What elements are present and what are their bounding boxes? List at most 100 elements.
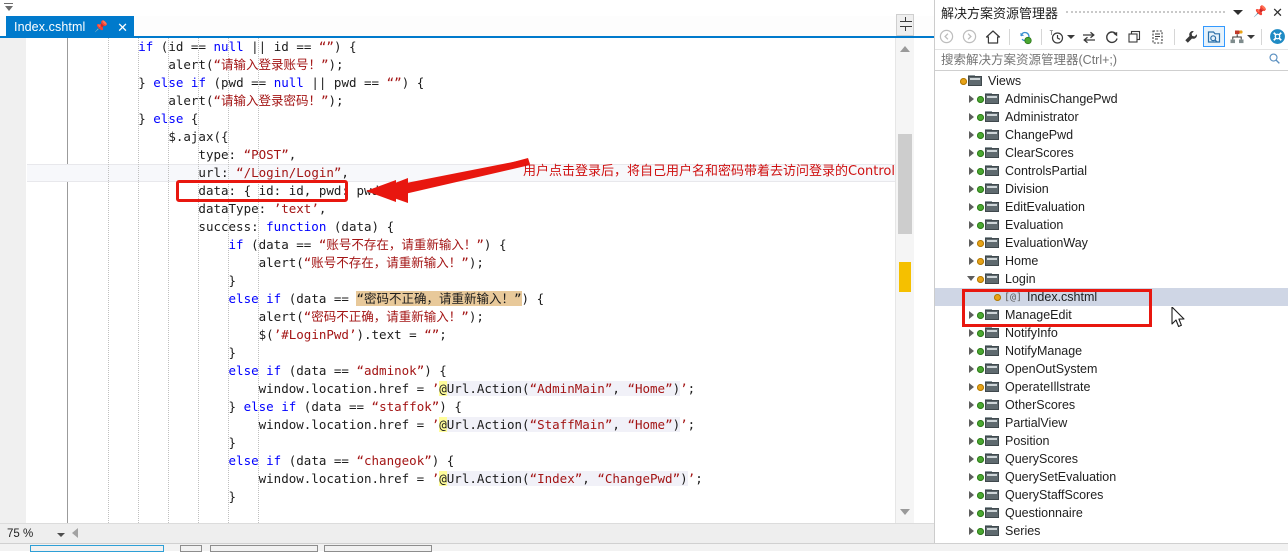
code-line: else if (data == “密码不正确，请重新输入！”) { xyxy=(78,290,908,308)
code-token: ; xyxy=(439,327,447,342)
source-code[interactable]: if (id == null || id == “”) { alert(“请输入… xyxy=(78,38,908,506)
tree-item[interactable]: NotifyManage xyxy=(935,342,1288,360)
chevron-right-icon[interactable] xyxy=(966,468,977,486)
chevron-right-icon[interactable] xyxy=(966,126,977,144)
preview-selected-items-icon[interactable] xyxy=(1203,26,1225,47)
folder-icon xyxy=(985,219,1000,231)
chevron-down-icon[interactable] xyxy=(1067,34,1076,39)
class-view-icon[interactable] xyxy=(1227,26,1248,47)
scroll-down-arrow-icon[interactable] xyxy=(900,509,910,515)
chevron-right-icon[interactable] xyxy=(966,486,977,504)
code-token: $( xyxy=(258,327,274,342)
window-pin-icon[interactable] xyxy=(3,1,15,15)
pin-icon[interactable]: 📌 xyxy=(94,21,108,33)
chevron-right-icon[interactable] xyxy=(966,342,977,360)
tree-item-label: QueryStaffScores xyxy=(1005,488,1104,502)
tree-item[interactable]: Series xyxy=(935,522,1288,540)
tree-item[interactable]: EditEvaluation xyxy=(935,198,1288,216)
chevron-down-icon[interactable] xyxy=(1246,34,1255,39)
pin-icon[interactable]: 📌 xyxy=(1253,6,1267,18)
close-icon[interactable]: ✕ xyxy=(117,21,128,34)
search-input[interactable] xyxy=(935,52,1243,68)
chevron-right-icon[interactable] xyxy=(966,90,977,108)
scroll-left-arrow-icon[interactable] xyxy=(72,528,78,538)
chevron-right-icon[interactable] xyxy=(966,450,977,468)
team-explorer-icon[interactable] xyxy=(1267,26,1288,47)
history-icon[interactable]: T xyxy=(1047,26,1068,47)
tree-item[interactable]: ControlsPartial xyxy=(935,162,1288,180)
zoom-level-combo[interactable]: 75 % xyxy=(4,526,70,542)
code-token: “AdminMain” xyxy=(529,381,613,396)
tree-item[interactable]: PartialView xyxy=(935,414,1288,432)
solution-explorer-toolbar: T xyxy=(935,24,1288,49)
chevron-right-icon[interactable] xyxy=(966,162,977,180)
chevron-down-icon[interactable] xyxy=(57,533,65,537)
chevron-right-icon[interactable] xyxy=(966,144,977,162)
tree-item[interactable]: Questionnaire xyxy=(935,504,1288,522)
toolbar-separator xyxy=(1260,28,1262,45)
editor-vertical-scrollbar[interactable] xyxy=(895,14,914,523)
tree-item[interactable]: Administrator xyxy=(935,108,1288,126)
code-token: “请输入登录账号！” xyxy=(213,57,329,72)
tree-item[interactable]: Evaluation xyxy=(935,216,1288,234)
close-icon[interactable]: ✕ xyxy=(1272,6,1283,19)
home-icon[interactable] xyxy=(982,26,1003,47)
tree-item[interactable]: Login xyxy=(935,270,1288,288)
search-icon[interactable] xyxy=(1268,52,1281,68)
tree-item[interactable]: EvaluationWay xyxy=(935,234,1288,252)
code-token: , xyxy=(612,417,628,432)
tree-item[interactable]: QueryScores xyxy=(935,450,1288,468)
editor-tab-index-cshtml[interactable]: Index.cshtml 📌 ✕ xyxy=(6,16,134,38)
chevron-right-icon[interactable] xyxy=(966,198,977,216)
scrollbar-thumb[interactable] xyxy=(898,134,912,234)
code-token: { xyxy=(183,111,199,126)
chevron-right-icon[interactable] xyxy=(966,234,977,252)
tree-item[interactable]: Position xyxy=(935,432,1288,450)
chevron-right-icon[interactable] xyxy=(966,360,977,378)
tree-item[interactable]: Views xyxy=(935,72,1288,90)
chevron-right-icon[interactable] xyxy=(966,414,977,432)
chevron-right-icon[interactable] xyxy=(966,252,977,270)
chevron-right-icon[interactable] xyxy=(966,522,977,540)
tree-item[interactable]: Home xyxy=(935,252,1288,270)
gutter-divider xyxy=(26,38,27,523)
tree-item[interactable]: Division xyxy=(935,180,1288,198)
source-control-status-dot xyxy=(977,491,984,499)
folder-icon xyxy=(985,363,1000,375)
editor-horizontal-scrollbar[interactable] xyxy=(82,526,908,541)
sync-icon[interactable] xyxy=(1078,26,1099,47)
tree-item[interactable]: OpenOutSystem xyxy=(935,360,1288,378)
tree-item[interactable]: QueryStaffScores xyxy=(935,486,1288,504)
chevron-right-icon[interactable] xyxy=(966,396,977,414)
back-icon[interactable] xyxy=(936,26,957,47)
properties-icon[interactable] xyxy=(1180,26,1201,47)
tree-item[interactable]: ChangePwd xyxy=(935,126,1288,144)
tree-item[interactable]: ClearScores xyxy=(935,144,1288,162)
tree-item[interactable]: OtherScores xyxy=(935,396,1288,414)
tree-item[interactable]: AdminisChangePwd xyxy=(935,90,1288,108)
scroll-up-arrow-icon[interactable] xyxy=(900,46,910,52)
editor-split-view-button[interactable] xyxy=(896,14,914,36)
chevron-right-icon[interactable] xyxy=(966,504,977,522)
chevron-down-icon[interactable] xyxy=(966,270,977,288)
chevron-right-icon[interactable] xyxy=(966,432,977,450)
tree-item[interactable]: OperateIllstrate xyxy=(935,378,1288,396)
collapse-all-icon[interactable] xyxy=(1125,26,1146,47)
code-token: (data == xyxy=(281,453,357,468)
tree-item[interactable]: QuerySetEvaluation xyxy=(935,468,1288,486)
code-editor-surface[interactable]: if (id == null || id == “”) { alert(“请输入… xyxy=(0,38,934,523)
source-control-status-dot xyxy=(977,527,984,535)
tree-item-label: ChangePwd xyxy=(1005,128,1074,142)
pending-changes-icon[interactable] xyxy=(1015,26,1036,47)
solution-explorer-search-bar[interactable] xyxy=(935,49,1288,71)
chevron-down-icon[interactable] xyxy=(1233,9,1244,15)
show-all-files-icon[interactable] xyxy=(1148,26,1169,47)
chevron-right-icon[interactable] xyxy=(966,180,977,198)
code-token: “Home” xyxy=(627,381,673,396)
refresh-icon[interactable] xyxy=(1101,26,1122,47)
chevron-right-icon[interactable] xyxy=(966,378,977,396)
chevron-right-icon[interactable] xyxy=(966,108,977,126)
forward-icon[interactable] xyxy=(959,26,980,47)
chevron-right-icon[interactable] xyxy=(966,216,977,234)
